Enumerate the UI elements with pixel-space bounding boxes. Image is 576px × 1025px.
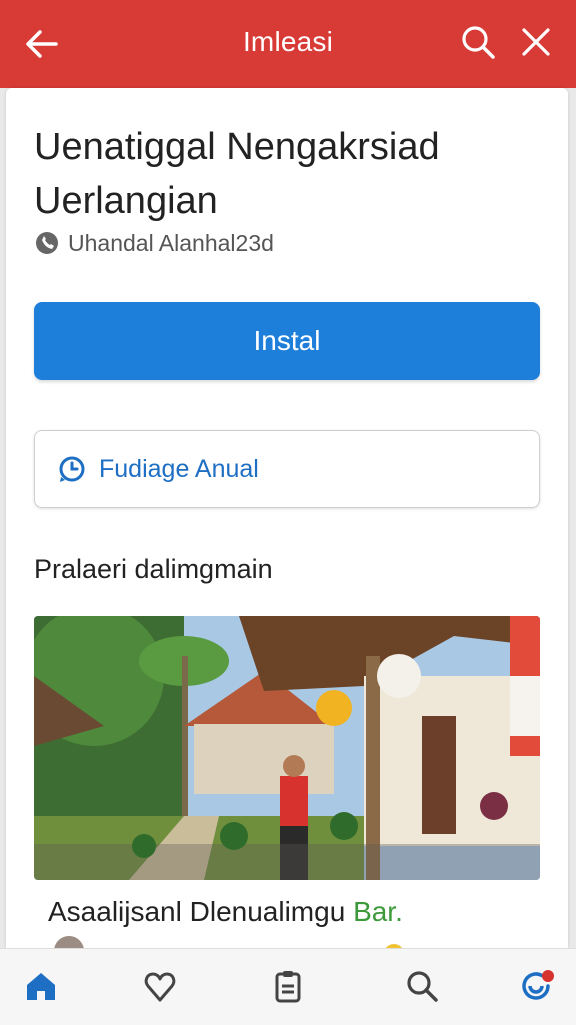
secondary-action-button[interactable]: Fudiage Anual <box>34 430 540 508</box>
home-icon <box>27 972 55 1000</box>
nav-home[interactable] <box>19 965 63 1009</box>
heart-icon <box>144 972 176 1001</box>
nav-favorites[interactable] <box>138 965 182 1009</box>
close-icon[interactable] <box>516 22 556 62</box>
profile-icon <box>522 969 554 1000</box>
nav-clipboard[interactable] <box>266 965 310 1009</box>
search-icon[interactable] <box>458 22 498 62</box>
bottom-navigation <box>0 948 576 1025</box>
location-icon <box>34 230 60 256</box>
caption-main: Asaalijsanl Dlenualimgu <box>48 896 346 927</box>
photo-caption: Asaalijsanl Dlenualimgu Bar. <box>48 896 403 928</box>
section-heading: Pralaeri dalimgmain <box>34 554 273 584</box>
app-listing-card: Uenatiggal Nengakrsiad Uerlangian Uhanda… <box>6 88 568 948</box>
caption-highlight: Bar. <box>353 896 403 927</box>
secondary-action-label: Fudiage Anual <box>99 454 259 483</box>
clipboard-icon <box>275 970 301 1002</box>
village-photo[interactable] <box>34 616 540 880</box>
avatar <box>54 936 84 948</box>
clock-icon <box>57 454 87 484</box>
nav-search[interactable] <box>400 965 444 1009</box>
app-bar: Imleasi <box>0 0 576 88</box>
nav-profile[interactable] <box>514 965 558 1009</box>
app-subtitle-row: Uhandal Alanhal23d <box>34 228 274 258</box>
app-subtitle: Uhandal Alanhal23d <box>68 229 274 256</box>
app-title: Uenatiggal Nengakrsiad Uerlangian <box>34 126 440 222</box>
install-button[interactable]: Instal <box>34 302 540 380</box>
search-icon <box>407 970 438 1002</box>
